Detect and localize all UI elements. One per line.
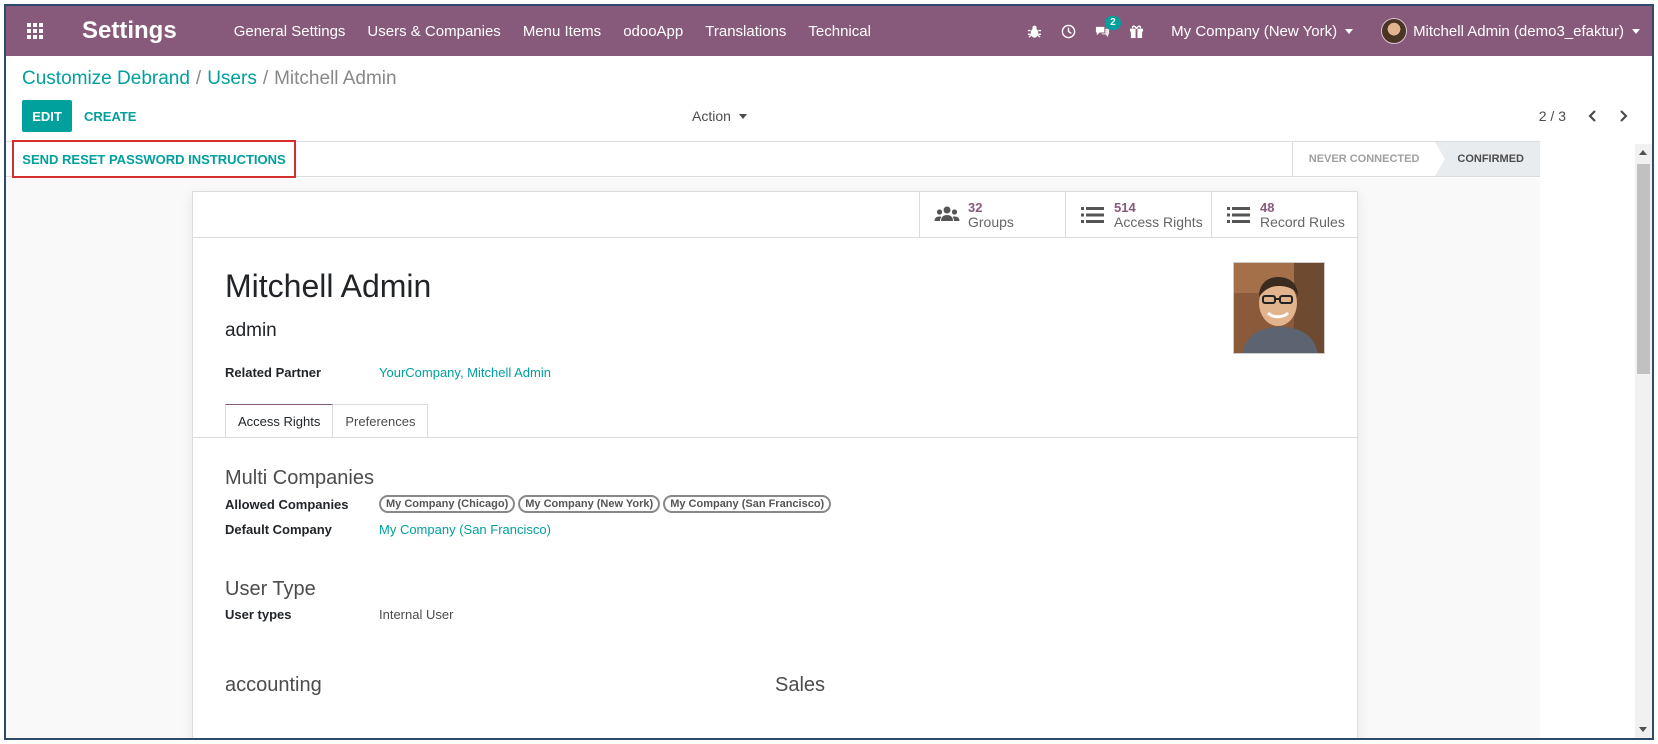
notebook-tabs: Access Rights Preferences [225, 404, 429, 438]
allowed-companies-label: Allowed Companies [225, 497, 349, 512]
access-rights-stat-button[interactable]: 514 Access Rights [1065, 192, 1211, 238]
user-menu[interactable]: Mitchell Admin (demo3_efaktur) [1365, 18, 1652, 44]
status-bar: SEND RESET PASSWORD INSTRUCTIONS NEVER C… [6, 140, 1540, 178]
groups-count: 32 [968, 200, 983, 215]
chevron-down-icon [1632, 28, 1640, 34]
pager: 2 / 3 [1539, 100, 1636, 132]
pager-value[interactable]: 2 / 3 [1539, 108, 1566, 124]
record-rules-stat-button[interactable]: 48 Record Rules [1211, 192, 1357, 238]
tab-access-rights[interactable]: Access Rights [225, 404, 334, 438]
accounting-title: accounting [225, 674, 322, 696]
top-navbar: Settings General Settings Users & Compan… [6, 6, 1652, 56]
user-name: Mitchell Admin (demo3_efaktur) [1413, 22, 1624, 40]
send-reset-password-button[interactable]: SEND RESET PASSWORD INSTRUCTIONS [12, 140, 296, 178]
company-tag[interactable]: My Company (New York) [518, 495, 661, 513]
user-avatar [1381, 18, 1408, 44]
breadcrumb: Customize Debrand / Users / Mitchell Admin [22, 68, 397, 89]
smart-button-box: 32 Groups 514 Access Rights 48 Record Ru… [919, 192, 1357, 238]
multi-companies-title: Multi Companies [225, 467, 374, 489]
menu-general-settings[interactable]: General Settings [223, 23, 357, 40]
company-tag[interactable]: My Company (San Francisco) [663, 495, 832, 513]
create-button[interactable]: CREATE [84, 100, 136, 132]
vertical-scrollbar[interactable] [1635, 144, 1652, 738]
menu-users-companies[interactable]: Users & Companies [356, 23, 511, 40]
chevron-down-icon [1345, 29, 1354, 35]
messages-icon[interactable]: 2 [1085, 6, 1121, 56]
users-icon [934, 206, 960, 221]
company-switcher[interactable]: My Company (New York) [1153, 23, 1365, 40]
scroll-thumb[interactable] [1637, 164, 1650, 374]
company-tag[interactable]: My Company (Chicago) [379, 495, 516, 513]
menu-translations[interactable]: Translations [694, 23, 797, 40]
access-rights-label: Access Rights [1114, 214, 1203, 230]
scroll-down-icon[interactable] [1639, 727, 1647, 732]
user-name-title: Mitchell Admin [225, 268, 432, 304]
action-dropdown[interactable]: Action [692, 100, 747, 132]
stage-confirmed[interactable]: CONFIRMED [1435, 142, 1540, 176]
breadcrumb-item-customize-debrand[interactable]: Customize Debrand [22, 68, 190, 89]
app-title[interactable]: Settings [82, 17, 177, 45]
user-types-value[interactable]: Internal User [379, 607, 453, 622]
scroll-up-icon[interactable] [1639, 150, 1647, 155]
chevron-down-icon [738, 113, 747, 119]
default-company-label: Default Company [225, 522, 332, 537]
apps-menu-icon[interactable] [10, 6, 60, 56]
bug-icon[interactable] [1017, 6, 1051, 56]
sales-title: Sales [775, 674, 826, 696]
default-company-link[interactable]: My Company (San Francisco) [379, 522, 551, 537]
chevron-right-icon[interactable] [1610, 103, 1636, 129]
company-name: My Company (New York) [1171, 22, 1338, 40]
groups-stat-button[interactable]: 32 Groups [919, 192, 1065, 238]
systray: 2 My Company (New York) Mitchell Admin (… [1017, 6, 1652, 56]
form-sheet: 32 Groups 514 Access Rights 48 Record Ru… [192, 191, 1358, 738]
user-photo[interactable] [1233, 262, 1325, 354]
user-types-label: User types [225, 607, 292, 622]
stage-pipeline: NEVER CONNECTED CONFIRMED [1291, 142, 1540, 176]
menu-odooapp[interactable]: odooApp [612, 23, 694, 40]
breadcrumb-current: Mitchell Admin [274, 68, 397, 89]
app-window: Settings General Settings Users & Compan… [4, 4, 1654, 740]
related-partner-link[interactable]: YourCompany, Mitchell Admin [379, 365, 551, 380]
access-rights-count: 514 [1114, 200, 1136, 215]
action-label: Action [692, 108, 731, 124]
list-icon [1227, 207, 1250, 223]
groups-label: Groups [968, 214, 1014, 230]
user-type-title: User Type [225, 578, 316, 600]
record-rules-label: Record Rules [1260, 214, 1345, 230]
menu-technical[interactable]: Technical [797, 23, 882, 40]
user-login: admin [225, 320, 277, 341]
menu-menu-items[interactable]: Menu Items [512, 23, 612, 40]
record-rules-count: 48 [1260, 200, 1275, 215]
stage-never-connected[interactable]: NEVER CONNECTED [1291, 142, 1436, 176]
related-partner-label: Related Partner [225, 365, 322, 380]
tab-preferences[interactable]: Preferences [333, 404, 429, 438]
breadcrumb-item-users[interactable]: Users [207, 68, 257, 89]
clock-icon[interactable] [1051, 6, 1085, 56]
allowed-companies-tags: My Company (Chicago) My Company (New Yor… [379, 495, 834, 513]
edit-button[interactable]: EDIT [22, 100, 72, 132]
main-menu: General Settings Users & Companies Menu … [223, 23, 882, 40]
list-icon [1081, 207, 1104, 223]
gift-icon[interactable] [1119, 6, 1153, 56]
chevron-left-icon[interactable] [1580, 103, 1606, 129]
